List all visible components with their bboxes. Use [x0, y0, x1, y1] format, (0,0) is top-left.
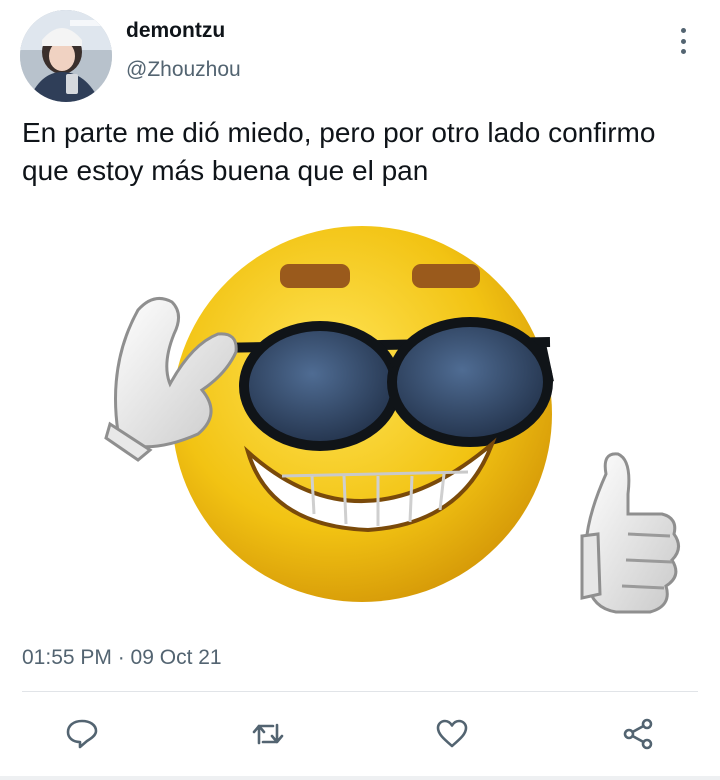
bottom-divider	[0, 776, 720, 780]
sunglasses-emoji-image	[104, 226, 680, 614]
divider	[22, 691, 698, 692]
reply-button[interactable]	[60, 712, 104, 756]
reply-icon	[66, 719, 98, 749]
like-button[interactable]	[430, 712, 474, 756]
retweet-button[interactable]	[246, 712, 290, 756]
tweet-text: En parte me dió miedo, pero por otro lad…	[22, 117, 656, 186]
tweet-timestamp: 01:55 PM · 09 Oct 21	[22, 646, 222, 669]
retweet-icon	[252, 723, 284, 745]
author-name[interactable]: demontzu	[126, 19, 225, 43]
share-button[interactable]	[616, 712, 660, 756]
tweet-media[interactable]	[22, 214, 698, 624]
more-vertical-icon[interactable]	[672, 28, 694, 54]
share-icon	[623, 718, 653, 750]
author-handle[interactable]: @Zhouzhou	[126, 58, 241, 82]
heart-icon	[436, 719, 468, 748]
avatar[interactable]	[20, 10, 112, 102]
avatar-photo	[20, 10, 112, 102]
